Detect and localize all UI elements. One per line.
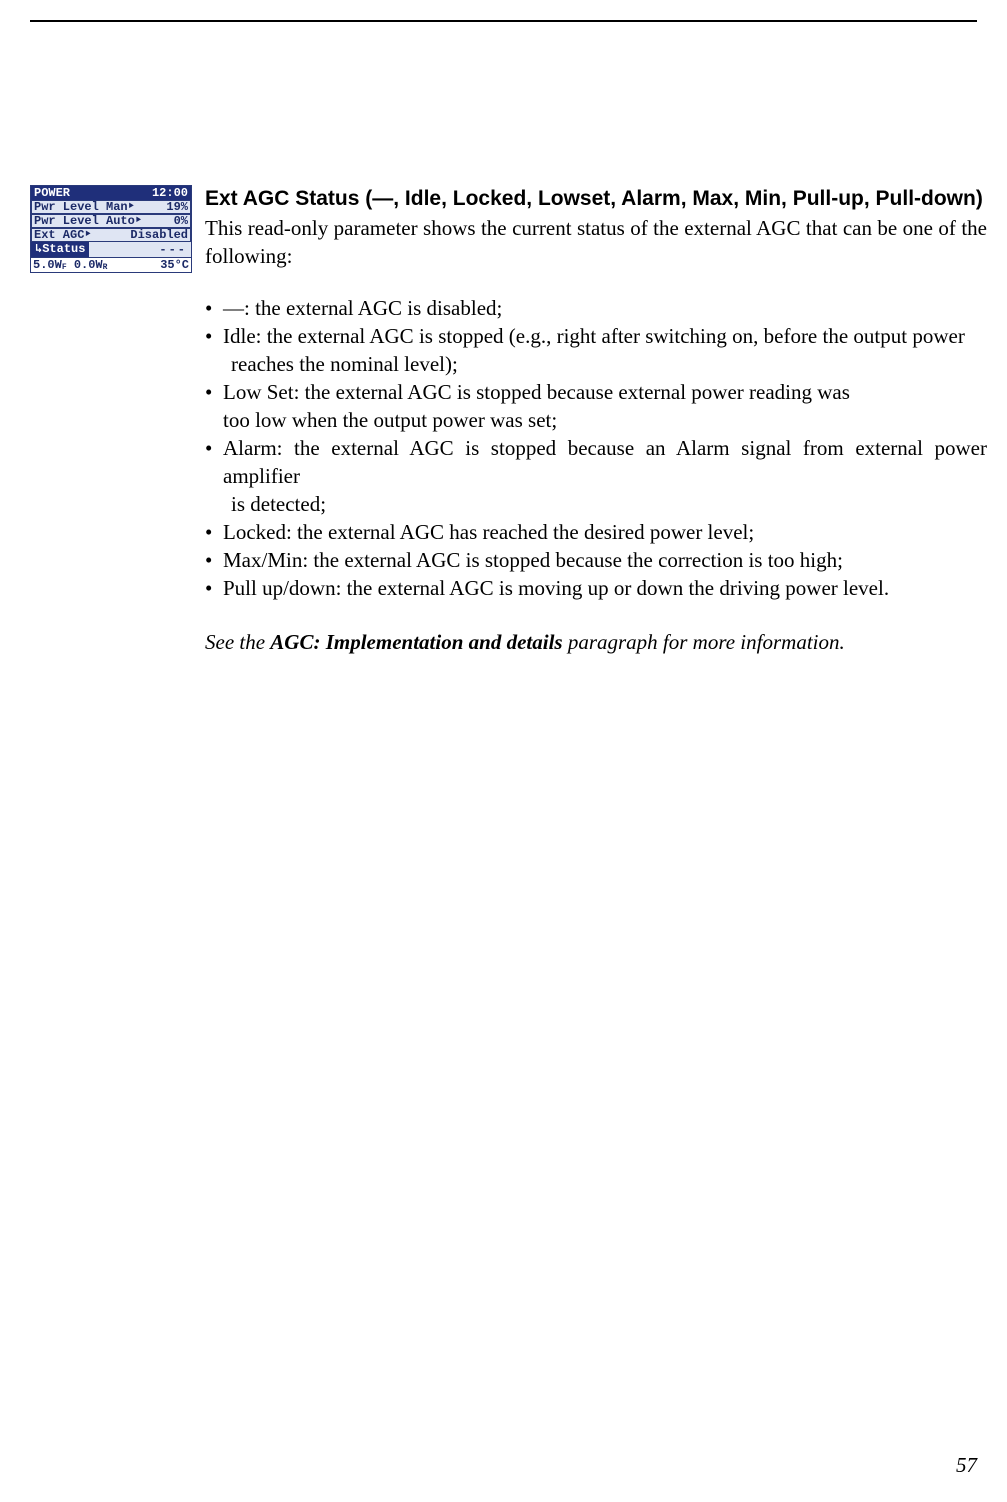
list-item: • —: the external AGC is disabled; xyxy=(205,294,987,322)
lcd-title-right: 12:00 xyxy=(152,186,188,200)
bullet-icon: • xyxy=(205,378,223,434)
lcd-footer: 5.0WF 0.0WR 35°C xyxy=(31,257,191,272)
bullet-line: too low when the output power was set; xyxy=(223,406,987,434)
bullet-icon: • xyxy=(205,546,223,574)
lcd-footer-right: 35°C xyxy=(160,258,189,272)
bullet-line: Idle: the external AGC is stopped (e.g.,… xyxy=(223,324,965,348)
bullet-icon: • xyxy=(205,518,223,546)
lcd-footer-mid-sub: R xyxy=(103,263,108,272)
content-area: POWER 12:00 Pwr Level Man‣ 19% Pwr Level… xyxy=(30,185,987,656)
bullet-line: Max/Min: the external AGC is stopped bec… xyxy=(223,548,843,572)
bullet-line: Alarm: the external AGC is stopped becau… xyxy=(223,436,987,488)
bullet-icon: • xyxy=(205,294,223,322)
lcd-footer-left-val: 5.0W xyxy=(33,258,62,272)
bullet-text: Locked: the external AGC has reached the… xyxy=(223,518,987,546)
bullet-text: Low Set: the external AGC is stopped bec… xyxy=(223,378,987,434)
bullet-icon: • xyxy=(205,322,223,378)
lcd-row-ext-agc: Ext AGC‣ Disabled xyxy=(31,228,191,242)
list-item: • Alarm: the external AGC is stopped bec… xyxy=(205,434,987,518)
lcd-screen: POWER 12:00 Pwr Level Man‣ 19% Pwr Level… xyxy=(30,185,192,273)
intro-paragraph: This read-only parameter shows the curre… xyxy=(205,214,987,270)
lcd-status-value: --- xyxy=(89,243,191,257)
lcd-row1-right: 19% xyxy=(166,200,188,214)
lcd-footer-left-sub: F xyxy=(62,263,67,272)
bullet-line: is detected; xyxy=(223,490,987,518)
page: POWER 12:00 Pwr Level Man‣ 19% Pwr Level… xyxy=(0,0,1007,1502)
list-item: • Low Set: the external AGC is stopped b… xyxy=(205,378,987,434)
lcd-title-left: POWER xyxy=(34,186,70,200)
top-rule xyxy=(30,20,977,22)
lcd-row1-left: Pwr Level Man‣ xyxy=(34,200,135,214)
bullet-line: Pull up/down: the external AGC is moving… xyxy=(223,576,889,600)
bullet-line: reaches the nominal level); xyxy=(223,350,987,378)
see-also-post: paragraph for more information. xyxy=(563,630,845,654)
lcd-figure: POWER 12:00 Pwr Level Man‣ 19% Pwr Level… xyxy=(30,185,191,273)
see-also-ref: AGC: Implementation and details xyxy=(270,630,562,654)
lcd-row-pwr-auto: Pwr Level Auto‣ 0% xyxy=(31,214,191,228)
lcd-status-tab: ↳Status xyxy=(31,242,89,257)
lcd-footer-left: 5.0WF 0.0WR xyxy=(33,258,107,272)
bullet-text: Idle: the external AGC is stopped (e.g.,… xyxy=(223,322,987,378)
bullet-line: Low Set: the external AGC is stopped bec… xyxy=(223,380,850,404)
bullet-text: Pull up/down: the external AGC is moving… xyxy=(223,574,987,602)
bullet-list: • —: the external AGC is disabled; • Idl… xyxy=(205,294,987,602)
list-item: • Idle: the external AGC is stopped (e.g… xyxy=(205,322,987,378)
lcd-row2-right: 0% xyxy=(174,214,188,228)
bullet-text: Max/Min: the external AGC is stopped bec… xyxy=(223,546,987,574)
bullet-text: Alarm: the external AGC is stopped becau… xyxy=(223,434,987,518)
see-also-pre: See the xyxy=(205,630,270,654)
section-heading: Ext AGC Status (—, Idle, Locked, Lowset,… xyxy=(205,185,987,212)
bullet-icon: • xyxy=(205,434,223,518)
page-number: 57 xyxy=(956,1453,977,1478)
lcd-titlebar: POWER 12:00 xyxy=(31,186,191,200)
lcd-footer-mid-val: 0.0W xyxy=(74,258,103,272)
lcd-row3-left: Ext AGC‣ xyxy=(34,228,92,242)
bullet-line: Locked: the external AGC has reached the… xyxy=(223,520,754,544)
body-text: Ext AGC Status (—, Idle, Locked, Lowset,… xyxy=(191,185,987,656)
bullet-line: —: the external AGC is disabled; xyxy=(223,296,502,320)
bullet-text: —: the external AGC is disabled; xyxy=(223,294,987,322)
list-item: • Pull up/down: the external AGC is movi… xyxy=(205,574,987,602)
bullet-icon: • xyxy=(205,574,223,602)
list-item: • Locked: the external AGC has reached t… xyxy=(205,518,987,546)
list-item: • Max/Min: the external AGC is stopped b… xyxy=(205,546,987,574)
lcd-row-pwr-man: Pwr Level Man‣ 19% xyxy=(31,200,191,214)
lcd-row3-right: Disabled xyxy=(130,228,188,242)
lcd-row2-left: Pwr Level Auto‣ xyxy=(34,214,142,228)
lcd-row-status: ↳Status --- xyxy=(31,242,191,257)
see-also: See the AGC: Implementation and details … xyxy=(205,628,987,656)
